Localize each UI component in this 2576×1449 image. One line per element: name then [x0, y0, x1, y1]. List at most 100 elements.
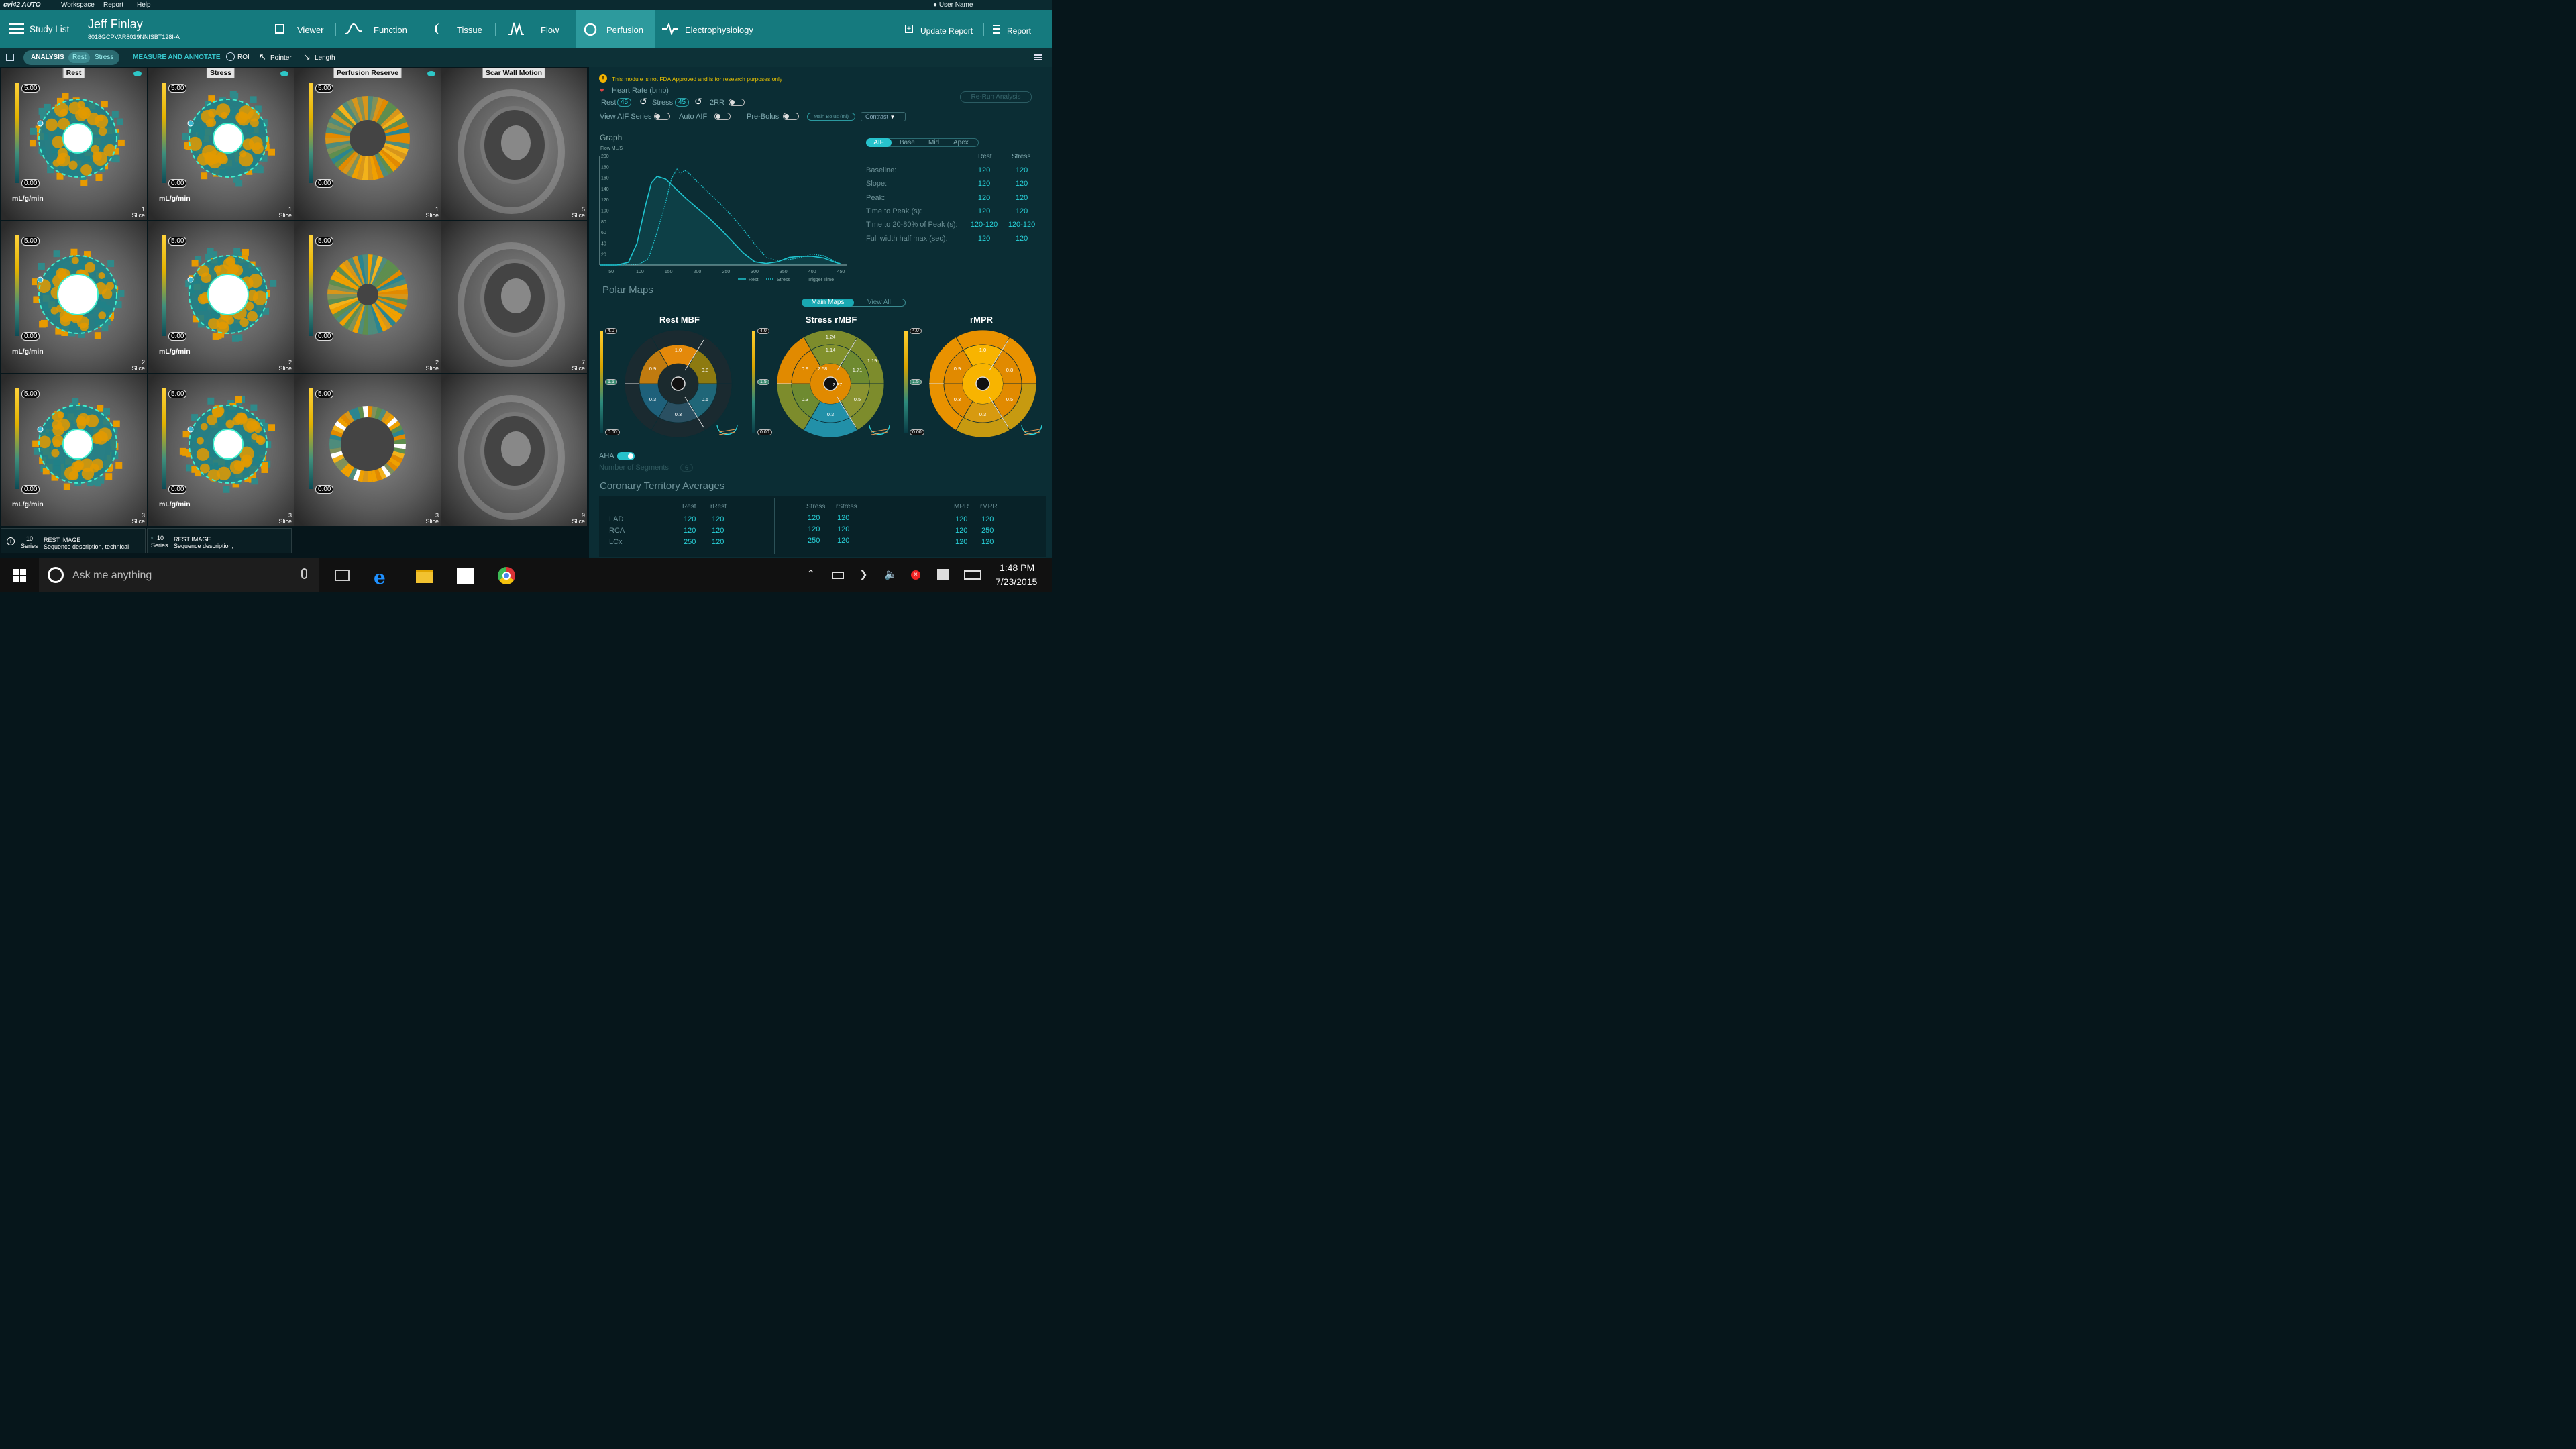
segment-mid[interactable]: Mid: [928, 139, 939, 146]
menu-report[interactable]: Report: [103, 1, 123, 9]
settings-sliders-icon[interactable]: [1034, 54, 1042, 60]
territory-value: 120: [955, 527, 968, 535]
series-info-2[interactable]: < 10 Series REST IMAGE Sequence descript…: [147, 528, 292, 553]
polar-outer-value: 1.24: [826, 334, 836, 340]
study-list-button[interactable]: Study List: [30, 24, 69, 34]
viewport-r2-c2[interactable]: 5.00 0.00 mL/g/min 2 Slice: [148, 221, 294, 373]
territory-value: 120: [837, 514, 850, 522]
eye-icon[interactable]: [133, 71, 142, 76]
menu-workspace[interactable]: Workspace: [61, 1, 95, 9]
series-info-1[interactable]: i 10 Series REST IMAGE Sequence descript…: [1, 528, 146, 553]
viewport-r1-c1[interactable]: 5.00 0.00 mL/g/min 1 Slice Rest: [1, 68, 147, 220]
colorbar-max: 5.00: [315, 237, 334, 246]
user-menu[interactable]: ● User Name: [933, 1, 973, 9]
roi-tool[interactable]: ROI: [237, 54, 250, 61]
rr-toggle[interactable]: [729, 99, 745, 106]
rest-hr-input[interactable]: 45: [617, 98, 632, 107]
task-view-icon[interactable]: [335, 570, 350, 581]
viewport-r3-c3[interactable]: 5.00 0.00 3 Slice: [294, 374, 441, 526]
stats-header-stress: Stress: [1012, 153, 1031, 160]
colorbar-min: 0.00: [168, 332, 187, 341]
num-segments-input[interactable]: 6: [680, 464, 694, 472]
layers-icon[interactable]: [6, 54, 14, 61]
polar-segment-value: 1.0: [979, 347, 986, 353]
viewport-r1-c2[interactable]: 5.00 0.00 mL/g/min 1 Slice Stress: [148, 68, 294, 220]
nav-perfusion[interactable]: Perfusion: [606, 25, 643, 35]
stress-hr-input[interactable]: 45: [675, 98, 690, 107]
viewport-r3-c1[interactable]: 5.00 0.00 mL/g/min 3 Slice: [1, 374, 147, 526]
heart-orientation-icon[interactable]: [715, 424, 739, 441]
view-aif-toggle[interactable]: [654, 113, 670, 120]
viewport-r3-c2[interactable]: 5.00 0.00 mL/g/min 3 Slice: [148, 374, 294, 526]
pre-bolus-toggle[interactable]: [783, 113, 799, 120]
hamburger-icon[interactable]: [9, 23, 24, 34]
network-error-icon[interactable]: ×: [911, 570, 920, 580]
slice-word: Slice: [572, 212, 585, 219]
viewport-r1-c4[interactable]: 5 Slice Scar Wall Motion: [441, 68, 587, 220]
polar-segment-value: 0.3: [649, 396, 656, 402]
windows-start-icon[interactable]: [13, 569, 26, 582]
colorbar: [15, 83, 19, 183]
store-icon[interactable]: [457, 568, 474, 584]
clock-time[interactable]: 1:48 PM: [1000, 562, 1034, 573]
viewport-r2-c1[interactable]: 5.00 0.00 mL/g/min 2 Slice: [1, 221, 147, 373]
heart-orientation-icon[interactable]: [867, 424, 892, 441]
chrome-icon[interactable]: [498, 567, 515, 584]
nav-flow[interactable]: Flow: [541, 25, 559, 35]
info-icon[interactable]: i: [7, 537, 15, 545]
x-tick-label: 150: [665, 270, 673, 274]
chevron-left-icon[interactable]: <: [151, 535, 154, 541]
colorbar: [162, 388, 166, 489]
slice-indicator: 2 Slice: [131, 360, 145, 372]
main-bolus-input[interactable]: Main Bolus (ml): [807, 113, 855, 121]
chevron-up-icon[interactable]: ⌃: [806, 568, 815, 581]
keyboard-icon[interactable]: [964, 570, 981, 580]
pointer-tool[interactable]: Pointer: [270, 54, 292, 62]
wifi-icon[interactable]: ❯: [859, 568, 868, 580]
file-explorer-icon[interactable]: [416, 570, 433, 583]
viewport-r3-c4[interactable]: 9 Slice: [441, 374, 587, 526]
rest-toggle[interactable]: Rest: [72, 54, 87, 61]
edge-icon[interactable]: e: [374, 566, 386, 588]
contrast-select[interactable]: Contrast ▼: [861, 112, 906, 121]
mri-image: [441, 68, 587, 220]
nav-viewer[interactable]: Viewer: [297, 25, 324, 35]
update-report-button[interactable]: Update Report: [920, 26, 973, 36]
stress-toggle[interactable]: Stress: [95, 54, 113, 61]
aha-toggle[interactable]: [617, 452, 635, 460]
clock-date[interactable]: 7/23/2015: [996, 576, 1037, 587]
length-tool[interactable]: Length: [315, 54, 335, 62]
battery-icon[interactable]: [832, 572, 844, 579]
y-tick-label: 160: [601, 176, 609, 181]
reset-icon[interactable]: ↺: [694, 96, 702, 107]
series-title: REST IMAGE: [174, 536, 211, 543]
nav-tissue[interactable]: Tissue: [457, 25, 482, 35]
rerun-analysis-button[interactable]: Re-Run Analysis: [960, 91, 1032, 103]
viewport-r2-c4[interactable]: 7 Slice: [441, 221, 587, 373]
volume-icon[interactable]: 🔈: [884, 568, 898, 581]
action-center-icon[interactable]: [937, 569, 949, 580]
column-label-3: Perfusion Reserve: [333, 68, 402, 78]
colorbar: [309, 388, 313, 489]
segment-base[interactable]: Base: [900, 139, 915, 146]
microphone-icon[interactable]: [301, 568, 307, 579]
slice-word: Slice: [131, 518, 145, 525]
auto-aif-toggle[interactable]: [714, 113, 731, 120]
polar-segment-value: 0.8: [702, 367, 708, 373]
viewport-r2-c3[interactable]: 5.00 0.00 2 Slice: [294, 221, 441, 373]
report-button[interactable]: Report: [1007, 26, 1031, 36]
reset-icon[interactable]: ↺: [639, 96, 647, 107]
nav-electrophysiology[interactable]: Electrophysiology: [685, 25, 753, 35]
segment-aif[interactable]: AIF: [866, 138, 892, 147]
menu-help[interactable]: Help: [137, 1, 151, 9]
colorbar-max: 5.00: [315, 390, 334, 398]
eye-icon[interactable]: [280, 71, 288, 76]
view-all-tab[interactable]: View All: [867, 299, 891, 306]
segment-apex[interactable]: Apex: [953, 139, 969, 146]
nav-function[interactable]: Function: [374, 25, 407, 35]
heart-orientation-icon[interactable]: [1020, 424, 1044, 441]
patient-id: 8018GCPVAR8019NNISBT128I-A: [88, 34, 180, 40]
eye-icon[interactable]: [427, 71, 435, 76]
viewport-r1-c3[interactable]: 5.00 0.00 1 Slice Perfusion Reserve: [294, 68, 441, 220]
main-maps-tab[interactable]: Main Maps: [802, 299, 854, 307]
